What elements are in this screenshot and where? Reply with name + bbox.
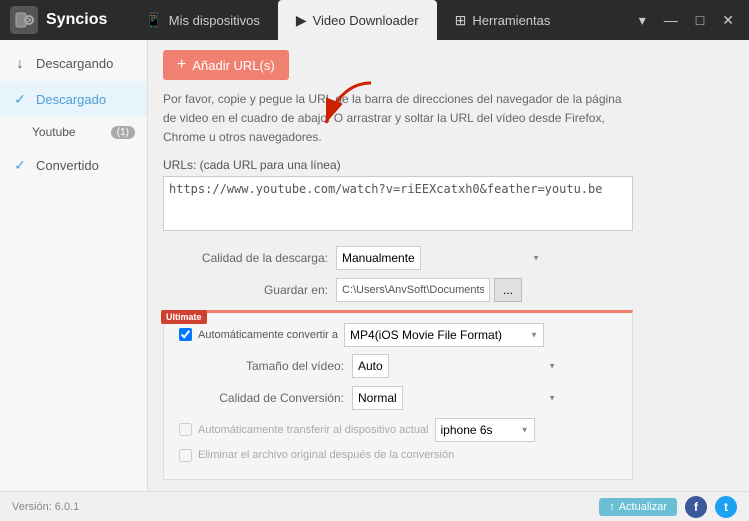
- tools-icon: ⊞: [455, 12, 467, 29]
- format-select[interactable]: MP4(iOS Movie File Format): [344, 323, 544, 347]
- youtube-badge: (1): [111, 126, 135, 139]
- dropdown-ctrl[interactable]: ▾: [634, 10, 651, 31]
- sidebar-sub: Youtube (1): [0, 117, 147, 147]
- auto-convert-label: Automáticamente convertir a: [198, 329, 338, 341]
- logo-icon: [10, 6, 38, 34]
- app-title: Syncios: [46, 11, 107, 29]
- twitter-label: t: [724, 500, 728, 514]
- update-label: Actualizar: [619, 501, 667, 513]
- quality-row: Calidad de la descarga: Manualmente: [163, 246, 734, 270]
- save-path-row: Guardar en: ...: [163, 278, 734, 302]
- sidebar-item-converted[interactable]: ✓ Convertido: [0, 147, 147, 183]
- url-label: URLs: (cada URL para una línea): [163, 158, 734, 172]
- tab-downloader-label: Video Downloader: [313, 13, 419, 28]
- url-section: URLs: (cada URL para una línea): [163, 158, 734, 234]
- minimize-btn[interactable]: —: [659, 10, 683, 30]
- sidebar-item-downloaded[interactable]: ✓ Descargado: [0, 81, 147, 117]
- main-container: ↓ Descargando ✓ Descargado Youtube (1) ✓…: [0, 40, 749, 491]
- version-label: Versión: 6.0.1: [12, 501, 79, 513]
- downloaded-icon: ✓: [12, 91, 28, 107]
- add-url-label: Añadir URL(s): [192, 58, 274, 73]
- auto-transfer-label: Automáticamente transferir al dispositiv…: [198, 424, 429, 436]
- sidebar-downloaded-label: Descargado: [36, 92, 135, 107]
- content-area: Añadir URL(s) Por favor, copie y pegue l…: [148, 40, 749, 491]
- auto-transfer-checkbox[interactable]: [179, 423, 192, 436]
- browse-button[interactable]: ...: [494, 278, 522, 302]
- nav-tabs: 📱 Mis dispositivos ▶ Video Downloader ⊞ …: [127, 0, 633, 40]
- ultimate-badge: Ultimate: [161, 310, 207, 324]
- save-path-group: ...: [336, 278, 522, 302]
- format-select-wrapper: MP4(iOS Movie File Format): [344, 323, 544, 347]
- status-bar: Versión: 6.0.1 ↑ Actualizar f t: [0, 491, 749, 521]
- video-size-row: Tamaño del vídeo: Auto: [179, 354, 617, 378]
- sidebar-converted-label: Convertido: [36, 158, 135, 173]
- device-select-wrapper: iphone 6s: [435, 418, 535, 442]
- quality-select[interactable]: Manualmente: [336, 246, 421, 270]
- save-label: Guardar en:: [163, 283, 328, 297]
- maximize-btn[interactable]: □: [691, 10, 709, 30]
- update-button[interactable]: ↑ Actualizar: [599, 498, 677, 516]
- tab-devices[interactable]: 📱 Mis dispositivos: [127, 0, 277, 40]
- convert-quality-select[interactable]: Normal: [352, 386, 403, 410]
- convert-quality-row: Calidad de Conversión: Normal: [179, 386, 617, 410]
- downloading-icon: ↓: [12, 55, 28, 71]
- url-input[interactable]: [163, 176, 633, 231]
- tab-tools[interactable]: ⊞ Herramientas: [437, 0, 569, 40]
- youtube-label: Youtube: [32, 125, 76, 139]
- facebook-label: f: [694, 500, 698, 514]
- video-size-label: Tamaño del vídeo:: [179, 359, 344, 373]
- video-size-select[interactable]: Auto: [352, 354, 389, 378]
- auto-transfer-row: Automáticamente transferir al dispositiv…: [179, 418, 617, 442]
- app-logo: Syncios: [10, 6, 107, 34]
- tab-tools-label: Herramientas: [472, 13, 550, 28]
- delete-original-label: Eliminar el archivo original después de …: [198, 449, 454, 461]
- convert-quality-select-wrapper: Normal: [352, 386, 562, 410]
- auto-convert-row: Automáticamente convertir a MP4(iOS Movi…: [179, 323, 617, 347]
- status-right: ↑ Actualizar f t: [599, 496, 737, 518]
- auto-convert-checkbox[interactable]: [179, 328, 192, 341]
- window-controls: ▾ — □ ✕: [634, 10, 739, 31]
- save-path-input[interactable]: [336, 278, 490, 302]
- converted-icon: ✓: [12, 157, 28, 173]
- twitter-icon[interactable]: t: [715, 496, 737, 518]
- sidebar-item-downloading[interactable]: ↓ Descargando: [0, 45, 147, 81]
- delete-original-checkbox[interactable]: [179, 449, 192, 462]
- tab-downloader[interactable]: ▶ Video Downloader: [278, 0, 437, 40]
- tab-devices-label: Mis dispositivos: [169, 13, 260, 28]
- sidebar-downloading-label: Descargando: [36, 56, 135, 71]
- sidebar-item-youtube[interactable]: Youtube (1): [20, 117, 147, 147]
- close-btn[interactable]: ✕: [717, 10, 739, 31]
- add-url-button[interactable]: Añadir URL(s): [163, 50, 289, 80]
- sidebar: ↓ Descargando ✓ Descargado Youtube (1) ✓…: [0, 40, 148, 491]
- delete-original-row: Eliminar el archivo original después de …: [179, 449, 617, 462]
- ultimate-section: Ultimate Automáticamente convertir a MP4…: [163, 310, 633, 480]
- description-text: Por favor, copie y pegue la URL de la ba…: [163, 90, 623, 148]
- facebook-icon[interactable]: f: [685, 496, 707, 518]
- device-select[interactable]: iphone 6s: [435, 418, 535, 442]
- title-bar: Syncios 📱 Mis dispositivos ▶ Video Downl…: [0, 0, 749, 40]
- video-size-select-wrapper: Auto: [352, 354, 562, 378]
- convert-quality-label: Calidad de Conversión:: [179, 391, 344, 405]
- devices-icon: 📱: [145, 12, 162, 29]
- quality-label: Calidad de la descarga:: [163, 251, 328, 265]
- update-icon: ↑: [609, 501, 615, 513]
- downloader-icon: ▶: [296, 12, 307, 29]
- quality-select-wrapper: Manualmente: [336, 246, 546, 270]
